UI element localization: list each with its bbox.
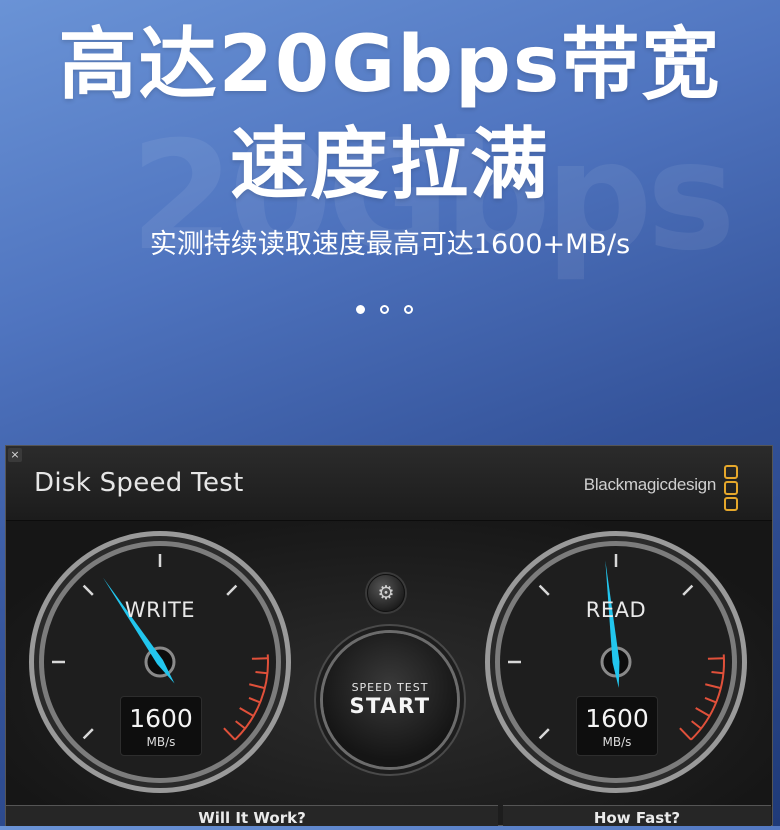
read-gauge-label: READ: [585, 598, 647, 622]
subtitle: 实测持续读取速度最高可达1600+MB/s: [149, 229, 631, 260]
write-gauge-label: WRITE: [124, 598, 196, 622]
write-redline-tick-1: [255, 671, 268, 675]
settings-button[interactable]: ⚙: [367, 574, 405, 612]
read-redline-tick-0: [707, 657, 724, 660]
close-button[interactable]: ×: [8, 448, 22, 462]
write-unit: MB/s: [146, 735, 176, 749]
read-value: 1600: [585, 704, 649, 733]
read-readout: 1600 MB/s: [576, 696, 658, 756]
brand-name: Blackmagicdesign: [583, 475, 717, 494]
carousel-indicator: [356, 305, 413, 314]
window-titlebar: × Disk Speed Test Blackmagicdesign: [6, 446, 772, 521]
promo-banner: 20Gbps 高达20Gbps带宽 速度拉满 实测持续读取速度最高可达1600+…: [0, 0, 780, 440]
write-gauge: WRITE 1600 MB/s: [26, 528, 294, 796]
app-title: Disk Speed Test: [34, 468, 244, 498]
speed-test-start-button[interactable]: SPEED TEST START: [323, 633, 457, 767]
read-gauge: READ 1600 MB/s: [482, 528, 750, 796]
start-button-label: START: [349, 694, 431, 718]
headline-line-2: 速度拉满: [229, 120, 550, 210]
carousel-dot-2[interactable]: [380, 305, 389, 314]
read-unit: MB/s: [602, 735, 632, 749]
headline-line-1: 高达20Gbps带宽: [58, 20, 722, 110]
start-button-caption: SPEED TEST: [351, 681, 429, 694]
tab-will-it-work[interactable]: Will It Work?: [6, 805, 498, 827]
write-value: 1600: [129, 704, 193, 733]
write-redline-tick-0: [251, 657, 268, 660]
gear-icon: ⚙: [377, 582, 395, 604]
carousel-dot-1[interactable]: [356, 305, 365, 314]
read-redline-tick-1: [711, 671, 724, 675]
write-readout: 1600 MB/s: [120, 696, 202, 756]
carousel-dot-3[interactable]: [404, 305, 413, 314]
tab-how-fast[interactable]: How Fast?: [503, 805, 771, 827]
brand-logo-icon: [724, 465, 738, 513]
